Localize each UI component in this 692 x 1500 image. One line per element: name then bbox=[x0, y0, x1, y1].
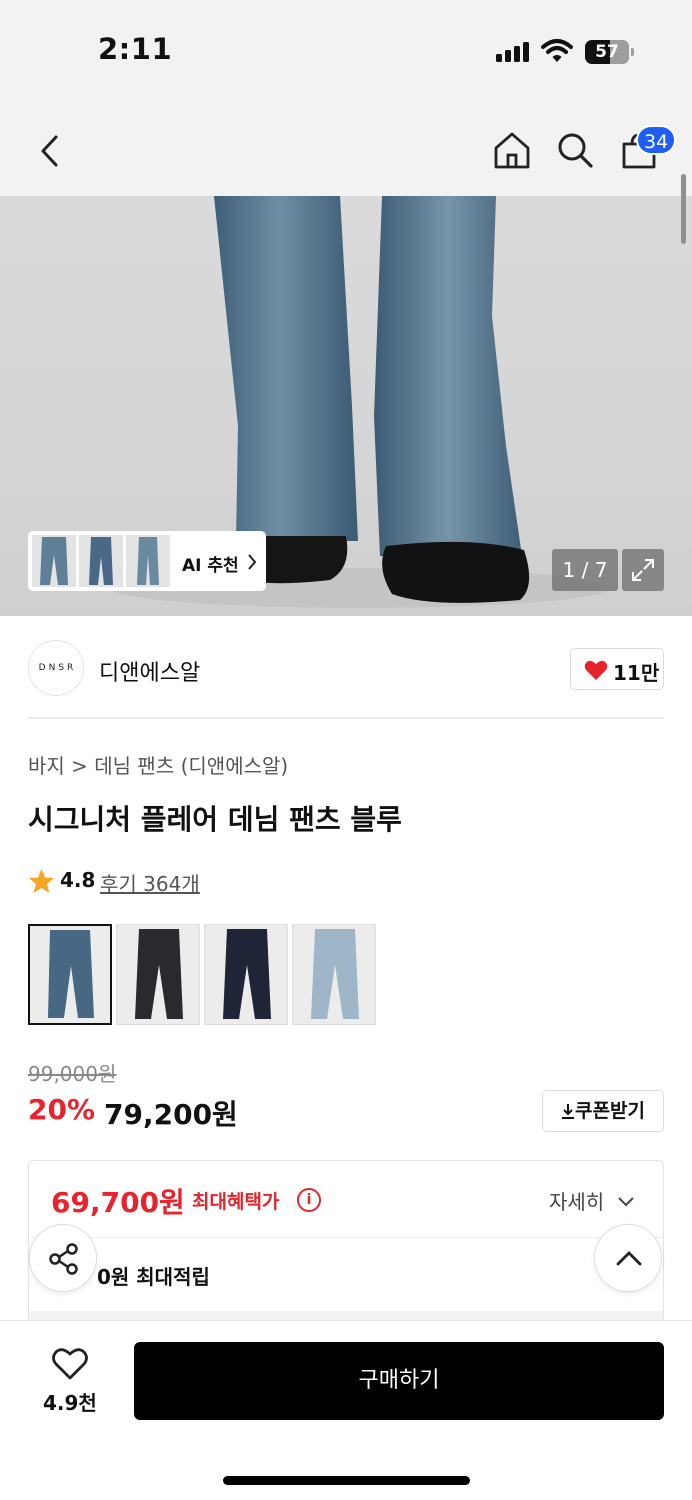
chevron-up-icon bbox=[616, 1251, 642, 1266]
cellular-signal-icon bbox=[496, 42, 532, 62]
ai-thumbnail bbox=[126, 535, 170, 587]
color-option[interactable] bbox=[204, 924, 288, 1025]
coupon-label: 쿠폰받기 bbox=[575, 1100, 645, 1122]
scroll-to-top-button[interactable] bbox=[594, 1224, 662, 1292]
rating-value: 4.8 bbox=[60, 868, 96, 892]
status-bar: 2:11 57 bbox=[0, 0, 692, 100]
ai-recommend-button[interactable]: AI 추천 bbox=[28, 531, 266, 591]
product-title: 시그니처 플레어 데님 팬츠 블루 bbox=[28, 803, 402, 836]
chevron-down-icon bbox=[617, 1197, 634, 1207]
brand-logo[interactable]: DNSR bbox=[28, 640, 84, 696]
ai-recommend-label: AI 추천 bbox=[182, 556, 239, 576]
category-breadcrumb[interactable]: 바지 > 데님 팬츠 (디앤에스알) bbox=[28, 750, 288, 779]
wishlist-count: 4.9천 bbox=[43, 1391, 97, 1415]
battery-level: 57 bbox=[595, 42, 619, 62]
sale-price: 79,200원 bbox=[104, 1098, 238, 1131]
section-divider bbox=[28, 717, 664, 719]
chevron-right-icon bbox=[248, 554, 257, 570]
brand-name[interactable]: 디앤에스알 bbox=[99, 655, 200, 687]
buy-button[interactable]: 구매하기 bbox=[134, 1342, 664, 1420]
brand-like-button[interactable]: 11만 bbox=[570, 648, 664, 690]
discount-rate: 20% bbox=[28, 1093, 96, 1126]
color-option[interactable] bbox=[28, 924, 112, 1025]
wishlist-heart-icon[interactable] bbox=[52, 1347, 88, 1380]
search-icon[interactable] bbox=[556, 131, 594, 169]
review-link[interactable]: 후기 364개 bbox=[100, 868, 200, 897]
status-time: 2:11 bbox=[98, 32, 173, 66]
coupon-download-button[interactable]: 쿠폰받기 bbox=[542, 1090, 664, 1132]
image-counter: 1 / 7 bbox=[552, 549, 618, 591]
heart-filled-icon bbox=[584, 660, 608, 680]
benefit-divider bbox=[29, 1237, 663, 1238]
page-scrollbar[interactable] bbox=[681, 174, 686, 244]
share-button[interactable] bbox=[29, 1224, 97, 1292]
benefit-detail-toggle[interactable]: 자세히 bbox=[549, 1186, 635, 1215]
max-benefit-price: 69,700원 bbox=[51, 1186, 185, 1219]
home-icon[interactable] bbox=[493, 131, 531, 169]
back-arrow-icon[interactable] bbox=[36, 134, 64, 168]
star-icon bbox=[29, 869, 54, 893]
info-icon[interactable]: i bbox=[297, 1188, 321, 1212]
wifi-icon bbox=[541, 39, 573, 62]
home-indicator[interactable] bbox=[223, 1476, 470, 1485]
color-option[interactable] bbox=[116, 924, 200, 1025]
original-price: 99,000원 bbox=[28, 1062, 117, 1086]
brand-like-count: 11만 bbox=[613, 661, 660, 685]
max-benefit-label: 최대혜택가 bbox=[192, 1191, 280, 1213]
benefit-panel: 69,700원 최대혜택가 i 자세히 0원 최대적립 bbox=[28, 1160, 664, 1340]
max-points-text: 0원 최대적립 bbox=[97, 1265, 210, 1289]
color-option[interactable] bbox=[292, 924, 376, 1025]
detail-label: 자세히 bbox=[549, 1190, 605, 1214]
top-nav-bar bbox=[0, 100, 692, 196]
expand-image-button[interactable] bbox=[622, 549, 664, 591]
cart-count-badge: 34 bbox=[636, 125, 677, 155]
battery-icon: 57 bbox=[585, 40, 629, 64]
download-icon bbox=[562, 1104, 575, 1119]
battery-nub bbox=[631, 48, 634, 56]
ai-thumbnail bbox=[32, 535, 76, 587]
bottom-action-bar: 4.9천 구매하기 bbox=[0, 1320, 692, 1500]
expand-icon bbox=[632, 559, 654, 581]
ai-thumbnail bbox=[79, 535, 123, 587]
share-icon bbox=[49, 1243, 78, 1275]
